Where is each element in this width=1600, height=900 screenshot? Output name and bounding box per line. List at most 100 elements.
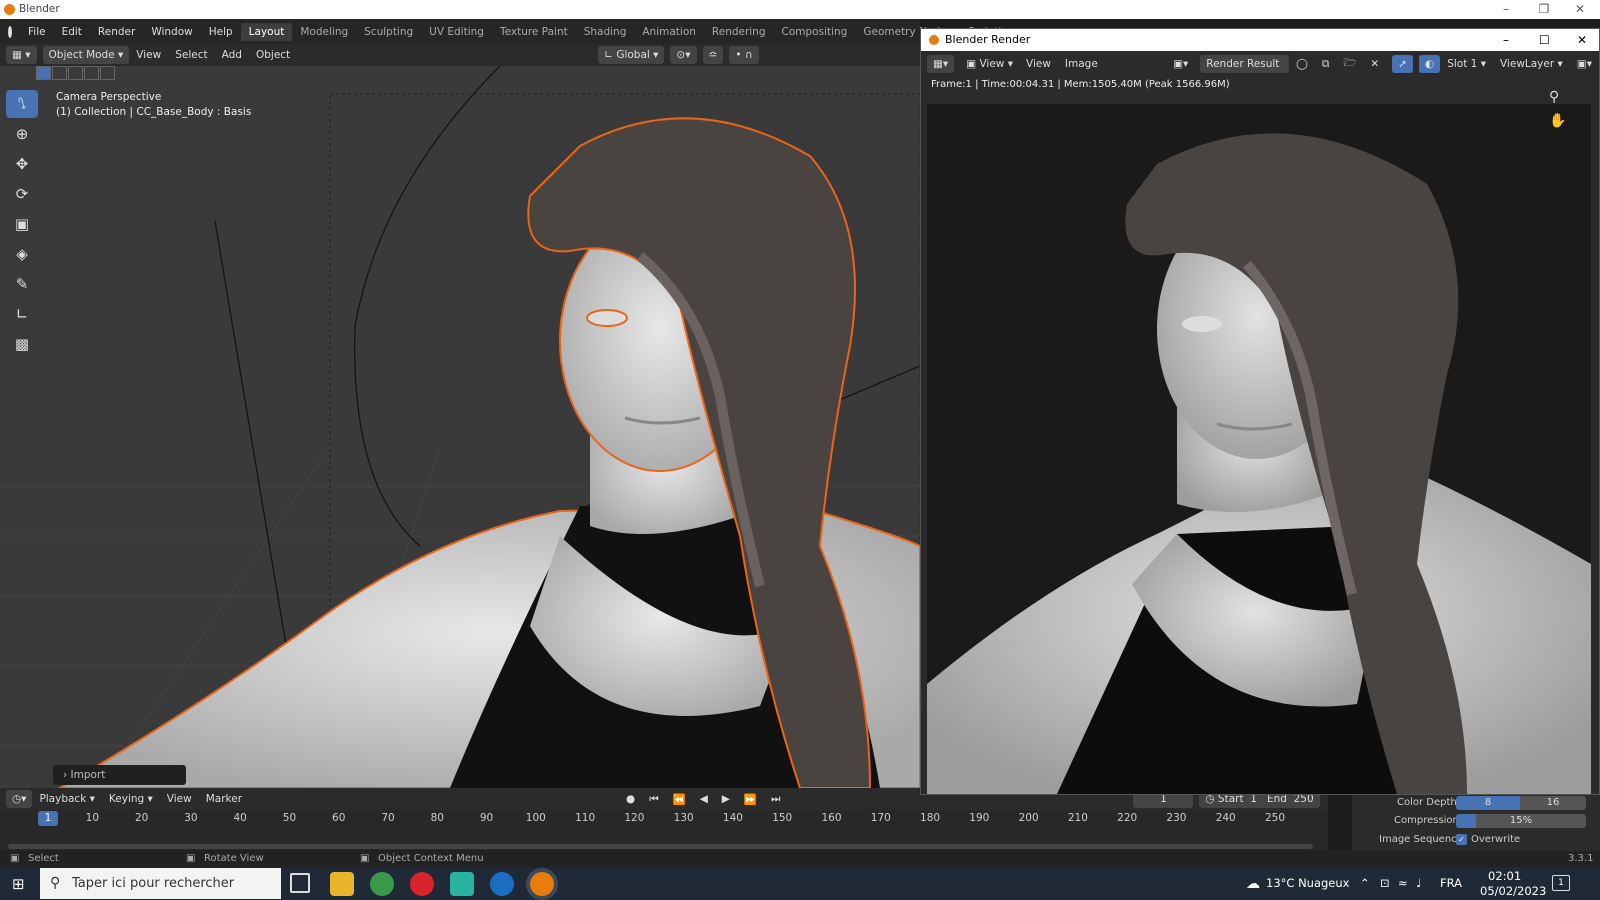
snap-icon[interactable]: ≏ [702,46,724,64]
jump-start-icon[interactable]: ⏮ [642,793,665,806]
minimize-button[interactable]: – [1488,0,1524,19]
task-view-icon[interactable] [290,873,310,893]
last-operator-panel[interactable]: › Import [53,765,186,785]
overwrite-checkbox[interactable]: ✓ [1456,834,1467,845]
character-creator-icon[interactable] [490,872,514,896]
render-menu-view[interactable]: View [1019,58,1058,70]
rotate-icon[interactable]: ⟳ [6,180,38,208]
pivot-point-icon[interactable]: ⊙▾ [670,46,697,64]
zoom-icon[interactable]: ⚲ [1549,89,1559,105]
color-depth-8[interactable]: 8 [1456,796,1520,810]
next-keyframe-icon[interactable]: ⏩ [737,793,764,806]
new-image-icon[interactable]: ⧉ [1315,58,1337,71]
mode-dropdown[interactable]: Object Mode ▾ [42,46,130,64]
wifi-icon[interactable]: ≈ [1398,876,1408,890]
view-layer-dropdown[interactable]: ViewLayer ▾ [1493,58,1570,70]
render-minimize-button[interactable]: – [1503,29,1509,51]
viewport-menu-select[interactable]: Select [168,49,214,61]
pan-hand-icon[interactable]: ✋ [1549,113,1566,129]
view-mode-dropdown[interactable]: ▣ View ▾ [960,55,1019,73]
restore-button[interactable]: ❐ [1526,0,1562,19]
color-depth-16[interactable]: 16 [1520,796,1586,810]
play-icon[interactable]: ▶ [715,793,737,805]
menu-edit[interactable]: Edit [54,26,90,38]
menu-render[interactable]: Render [90,26,143,38]
compression-slider[interactable]: 15% [1456,814,1586,828]
scale-icon[interactable]: ▣ [6,210,38,238]
select-extend-icon[interactable] [52,66,67,80]
volume-icon[interactable]: ♩ [1416,876,1421,890]
unlink-image-icon[interactable]: ✕ [1363,58,1386,70]
weather-text[interactable]: 13°C Nuageux [1266,876,1349,890]
measure-icon[interactable]: ∟ [6,300,38,328]
opera-icon[interactable] [410,872,434,896]
display-channels-icon[interactable]: ▣▾ [1570,58,1599,70]
taskbar-search[interactable]: ⚲ Taper ici pour rechercher [40,868,281,899]
record-icon[interactable]: ● [619,793,642,805]
notification-icon[interactable]: 1 [1552,875,1570,891]
select-new-icon[interactable] [36,66,51,80]
timeline-menu-playback[interactable]: Playback ▾ [32,793,101,805]
timeline-menu-marker[interactable]: Marker [199,793,249,805]
proportional-edit-icon[interactable]: • ∩ [729,46,759,64]
prev-keyframe-icon[interactable]: ⏪ [666,793,693,806]
tab-compositing[interactable]: Compositing [774,23,856,41]
menu-window[interactable]: Window [143,26,200,38]
timeline-menu-keying[interactable]: Keying ▾ [102,793,160,805]
clock-date[interactable]: 05/02/2023 [1480,884,1546,898]
close-button[interactable]: ✕ [1562,0,1598,19]
tab-uv-editing[interactable]: UV Editing [421,23,492,41]
current-frame-indicator[interactable]: 1 [38,811,58,826]
menu-file[interactable]: File [20,26,54,38]
move-icon[interactable]: ✥ [6,150,38,178]
play-reverse-icon[interactable]: ◀ [693,793,715,805]
overlay-icon[interactable]: ◐ [1419,55,1441,73]
jump-end-icon[interactable]: ⏭ [764,793,787,806]
annotate-icon[interactable]: ✎ [6,270,38,298]
cursor-icon[interactable]: ⊕ [6,120,38,148]
network-icon[interactable]: ⊡ [1380,876,1390,890]
open-image-icon[interactable]: 🗁 [1336,55,1363,73]
select-box-icon[interactable]: ⭛ [6,90,38,118]
tab-sculpting[interactable]: Sculpting [356,23,421,41]
render-close-button[interactable]: ✕ [1577,29,1587,51]
clock-time[interactable]: 02:01 [1488,869,1521,883]
image-browse-icon[interactable]: ▣▾ [1167,55,1194,73]
transform-orientation-dropdown[interactable]: ∟ Global ▾ [598,46,665,64]
3d-viewport[interactable] [0,66,920,788]
image-name-field[interactable]: Render Result [1200,55,1290,73]
tab-animation[interactable]: Animation [634,23,704,41]
render-window[interactable]: Blender Render – ☐ ✕ ▦▾ ▣ View ▾ View Im… [920,28,1600,795]
slot-dropdown[interactable]: Slot 1 ▾ [1440,58,1493,70]
timeline-scrollbar[interactable] [8,844,1313,849]
timeline-editor-type[interactable]: ◷▾ [6,790,33,808]
windows-start-icon[interactable]: ⊞ [12,875,25,893]
chrome-icon[interactable] [370,872,394,896]
gizmo-icon[interactable]: ➚ [1392,55,1414,73]
tab-shading[interactable]: Shading [576,23,635,41]
tab-rendering[interactable]: Rendering [704,23,774,41]
blender-menu-icon[interactable] [8,25,12,38]
language-indicator[interactable]: FRA [1440,876,1462,890]
tab-modeling[interactable]: Modeling [292,23,356,41]
fake-user-icon[interactable]: ◯ [1289,58,1315,70]
menu-help[interactable]: Help [201,26,241,38]
viewport-menu-object[interactable]: Object [249,49,297,61]
viewport-menu-add[interactable]: Add [215,49,249,61]
transform-icon[interactable]: ◈ [6,240,38,268]
select-subtract-icon[interactable] [68,66,83,80]
viewport-menu-view[interactable]: View [129,49,168,61]
render-maximize-button[interactable]: ☐ [1539,29,1550,51]
render-result-image[interactable] [927,104,1591,794]
selection-mode-group[interactable] [36,66,116,82]
tab-texture-paint[interactable]: Texture Paint [492,23,576,41]
select-difference-icon[interactable] [84,66,99,80]
timeline-menu-view[interactable]: View [160,793,199,805]
select-intersect-icon[interactable] [100,66,115,80]
editor-type-button[interactable]: ▦ ▾ [6,46,37,64]
tab-layout[interactable]: Layout [240,22,293,41]
file-explorer-icon[interactable] [330,872,354,896]
render-menu-image[interactable]: Image [1058,58,1105,70]
blender-taskbar-icon[interactable] [530,872,554,896]
image-editor-type[interactable]: ▦▾ [927,55,955,73]
